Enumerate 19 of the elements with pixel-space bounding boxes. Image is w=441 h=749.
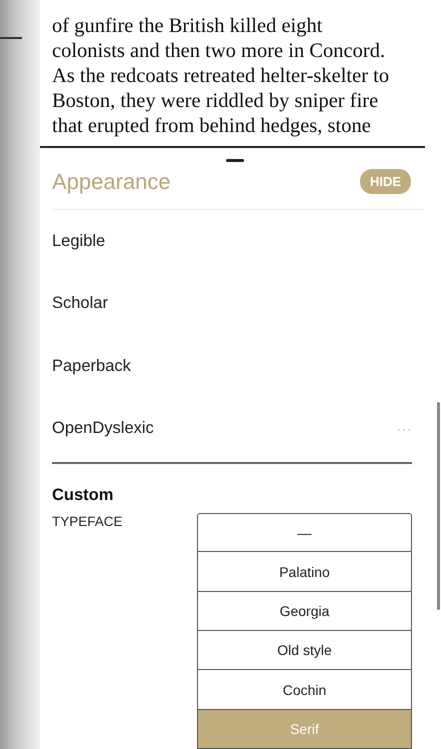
book-text-line: of gunfire the British killed eight: [52, 14, 322, 39]
typeface-option[interactable]: —: [197, 513, 412, 552]
sheet-title: Appearance: [52, 168, 171, 195]
scrollbar[interactable]: [437, 402, 440, 610]
book-text-line: colonists and then two more in Concord.: [52, 39, 386, 64]
theme-option[interactable]: Scholar: [52, 294, 108, 314]
theme-option[interactable]: Legible: [52, 232, 106, 251]
sheet-handle[interactable]: [226, 158, 244, 162]
book-text-line: that erupted from behind hedges, stone: [52, 114, 371, 139]
theme-option[interactable]: Paperback: [52, 356, 131, 376]
typeface-option[interactable]: Georgia: [197, 592, 412, 632]
section-heading: Custom: [52, 486, 114, 506]
typeface-option[interactable]: Cochin: [197, 670, 412, 710]
theme-option[interactable]: OpenDyslexic: [52, 419, 154, 438]
book-text-line: Boston, they were riddled by sniper fire: [52, 89, 378, 114]
typeface-option[interactable]: Palatino: [197, 552, 412, 592]
field-label: TYPEFACE: [52, 514, 124, 532]
typeface-option[interactable]: Old style: [197, 631, 412, 670]
book-text-line: As the redcoats retreated helter-skelter to: [52, 64, 390, 89]
